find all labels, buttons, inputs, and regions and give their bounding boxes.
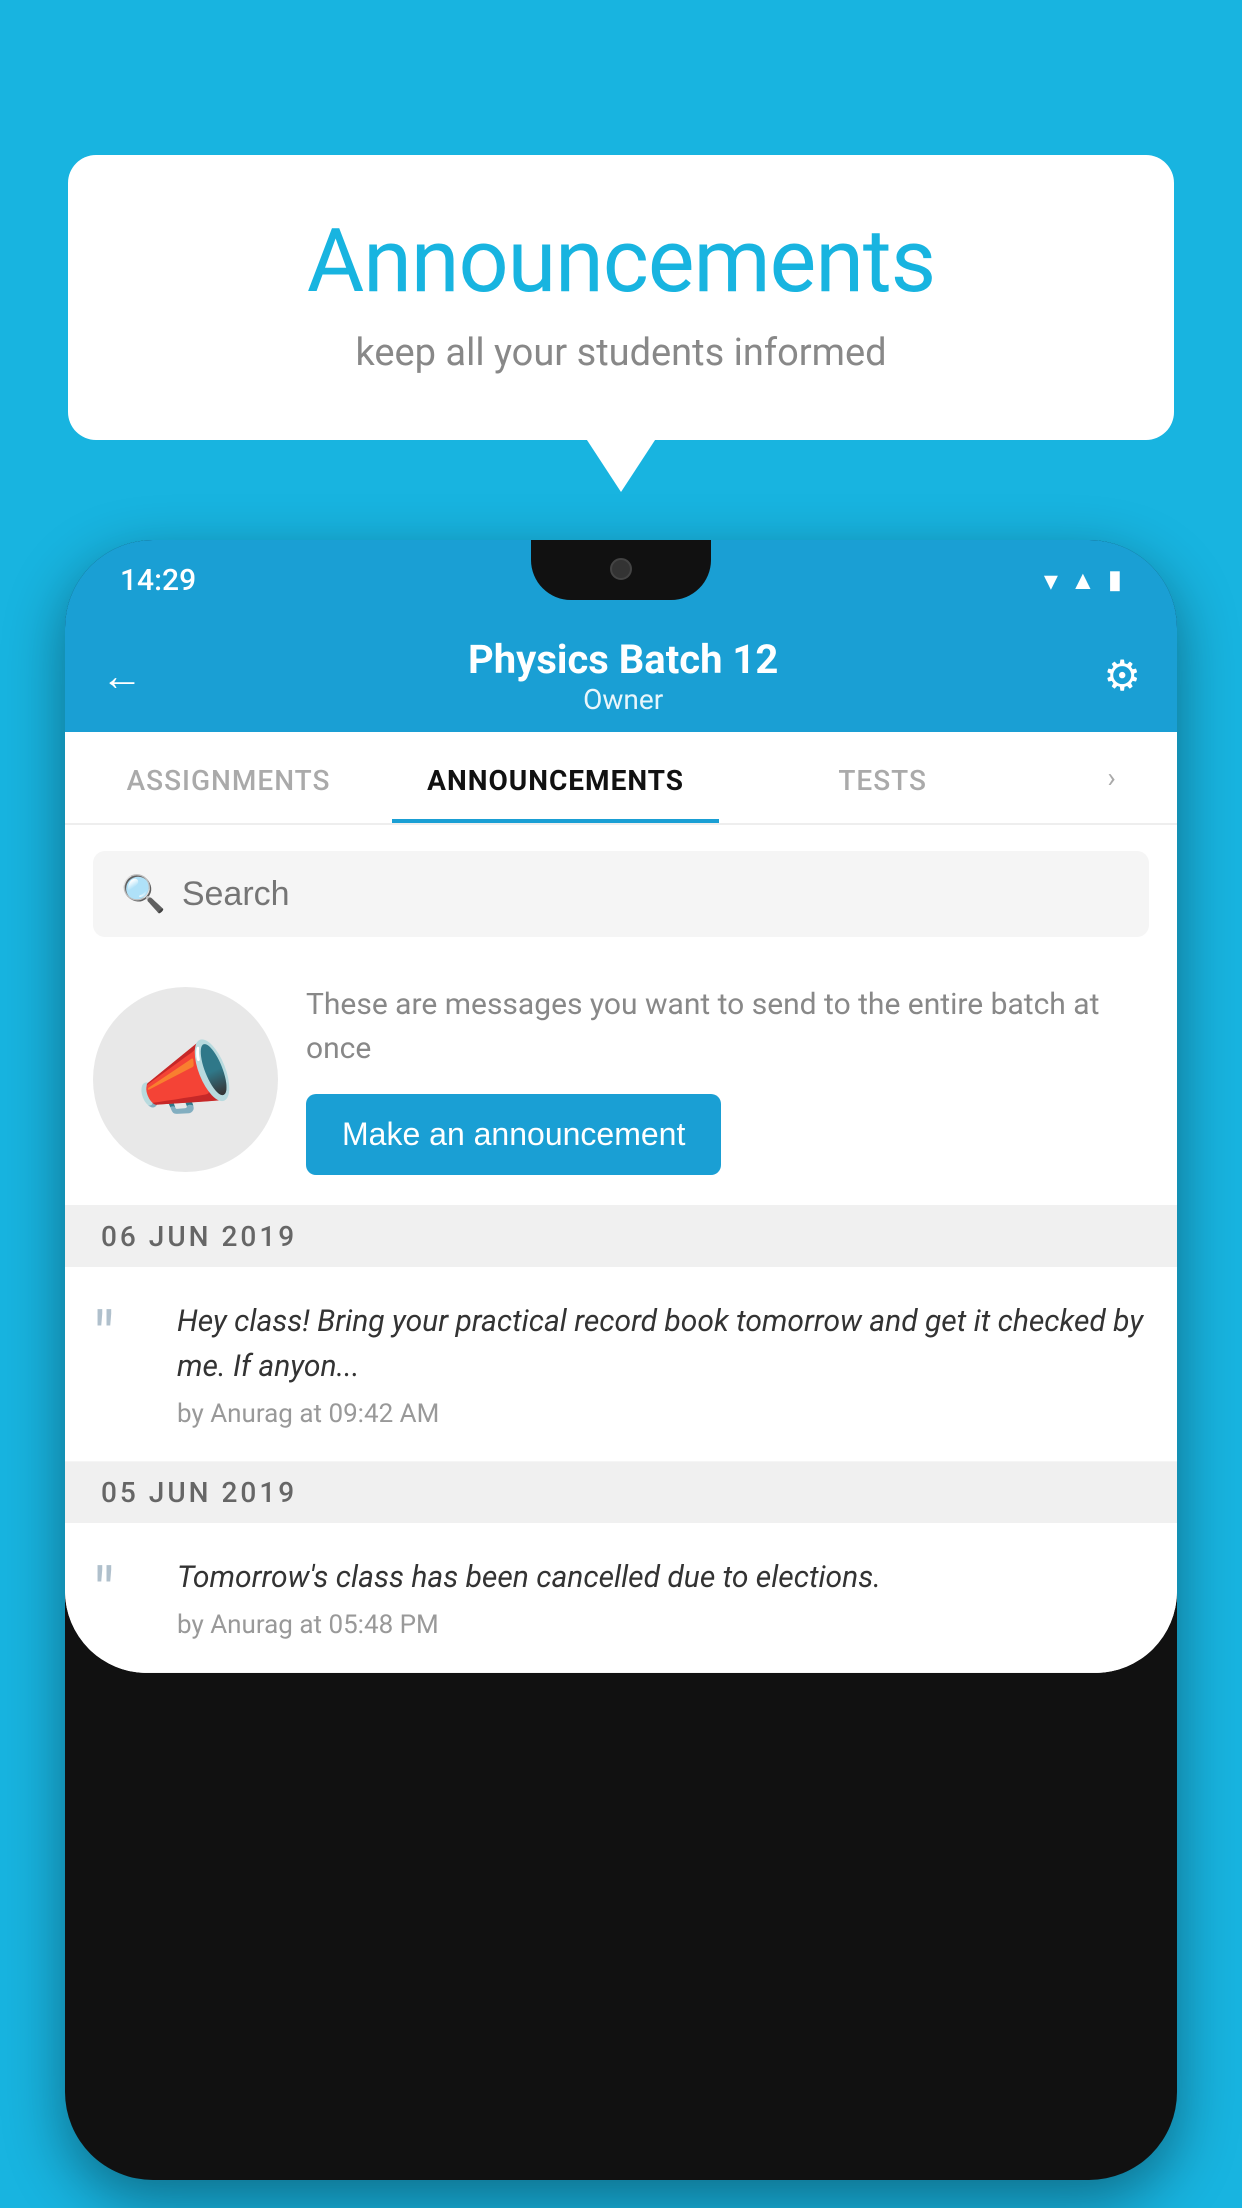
search-bar[interactable]: 🔍 bbox=[93, 851, 1149, 937]
announcement-item-1[interactable]: " Hey class! Bring your practical record… bbox=[65, 1267, 1177, 1462]
phone-content: 🔍 📣 These are messages you want to send … bbox=[65, 825, 1177, 1673]
make-announcement-button[interactable]: Make an announcement bbox=[306, 1094, 721, 1175]
announcement-text-1: Hey class! Bring your practical record b… bbox=[177, 1299, 1149, 1389]
back-button[interactable]: ← bbox=[101, 652, 143, 701]
status-time: 14:29 bbox=[120, 563, 196, 598]
header-title: Physics Batch 12 bbox=[143, 636, 1103, 683]
speech-bubble: Announcements keep all your students inf… bbox=[68, 155, 1174, 440]
megaphone-icon: 📣 bbox=[136, 1032, 236, 1126]
announcement-meta-2: by Anurag at 05:48 PM bbox=[177, 1610, 1149, 1640]
signal-icon: ▲ bbox=[1070, 565, 1096, 596]
date-divider-text-2: 05 JUN 2019 bbox=[101, 1476, 297, 1509]
date-divider-text-1: 06 JUN 2019 bbox=[101, 1220, 297, 1253]
announce-avatar: 📣 bbox=[93, 987, 278, 1172]
wifi-icon: ▾ bbox=[1044, 564, 1058, 597]
quote-icon-1: " bbox=[93, 1303, 153, 1371]
announcement-text-2: Tomorrow's class has been cancelled due … bbox=[177, 1555, 1149, 1600]
header-center: Physics Batch 12 Owner bbox=[143, 636, 1103, 716]
tabs-bar: ASSIGNMENTS ANNOUNCEMENTS TESTS › bbox=[65, 732, 1177, 825]
phone-notch bbox=[531, 540, 711, 600]
phone-screen: 🔍 📣 These are messages you want to send … bbox=[65, 825, 1177, 1673]
date-divider-1: 06 JUN 2019 bbox=[65, 1206, 1177, 1267]
tabs-more-button[interactable]: › bbox=[1046, 732, 1177, 823]
search-icon: 🔍 bbox=[121, 873, 166, 915]
status-icons: ▾ ▲ ▮ bbox=[1044, 564, 1122, 597]
announce-promo-right: These are messages you want to send to t… bbox=[306, 983, 1149, 1175]
announcement-content-2: Tomorrow's class has been cancelled due … bbox=[177, 1555, 1149, 1640]
date-divider-2: 05 JUN 2019 bbox=[65, 1462, 1177, 1523]
battery-icon: ▮ bbox=[1108, 565, 1122, 595]
announce-promo-description: These are messages you want to send to t… bbox=[306, 983, 1149, 1070]
header-subtitle: Owner bbox=[143, 683, 1103, 716]
bubble-title: Announcements bbox=[128, 210, 1114, 313]
announcement-meta-1: by Anurag at 09:42 AM bbox=[177, 1399, 1149, 1429]
status-bar: 14:29 ▾ ▲ ▮ bbox=[65, 540, 1177, 620]
announce-promo-section: 📣 These are messages you want to send to… bbox=[65, 963, 1177, 1206]
tab-announcements[interactable]: ANNOUNCEMENTS bbox=[392, 732, 719, 823]
search-input[interactable] bbox=[182, 875, 1121, 914]
phone-wrapper: 14:29 ▾ ▲ ▮ ← Physics Batch 12 Owner ⚙ A… bbox=[65, 540, 1177, 2208]
front-camera bbox=[610, 558, 632, 580]
app-header: ← Physics Batch 12 Owner ⚙ bbox=[65, 620, 1177, 732]
settings-icon[interactable]: ⚙ bbox=[1103, 651, 1141, 701]
speech-bubble-section: Announcements keep all your students inf… bbox=[68, 155, 1174, 440]
bubble-subtitle: keep all your students informed bbox=[128, 331, 1114, 375]
phone-device: 14:29 ▾ ▲ ▮ ← Physics Batch 12 Owner ⚙ A… bbox=[65, 540, 1177, 2180]
announcement-content-1: Hey class! Bring your practical record b… bbox=[177, 1299, 1149, 1429]
announcement-item-2[interactable]: " Tomorrow's class has been cancelled du… bbox=[65, 1523, 1177, 1673]
tab-assignments[interactable]: ASSIGNMENTS bbox=[65, 732, 392, 823]
quote-icon-2: " bbox=[93, 1559, 153, 1627]
tab-tests[interactable]: TESTS bbox=[719, 732, 1046, 823]
